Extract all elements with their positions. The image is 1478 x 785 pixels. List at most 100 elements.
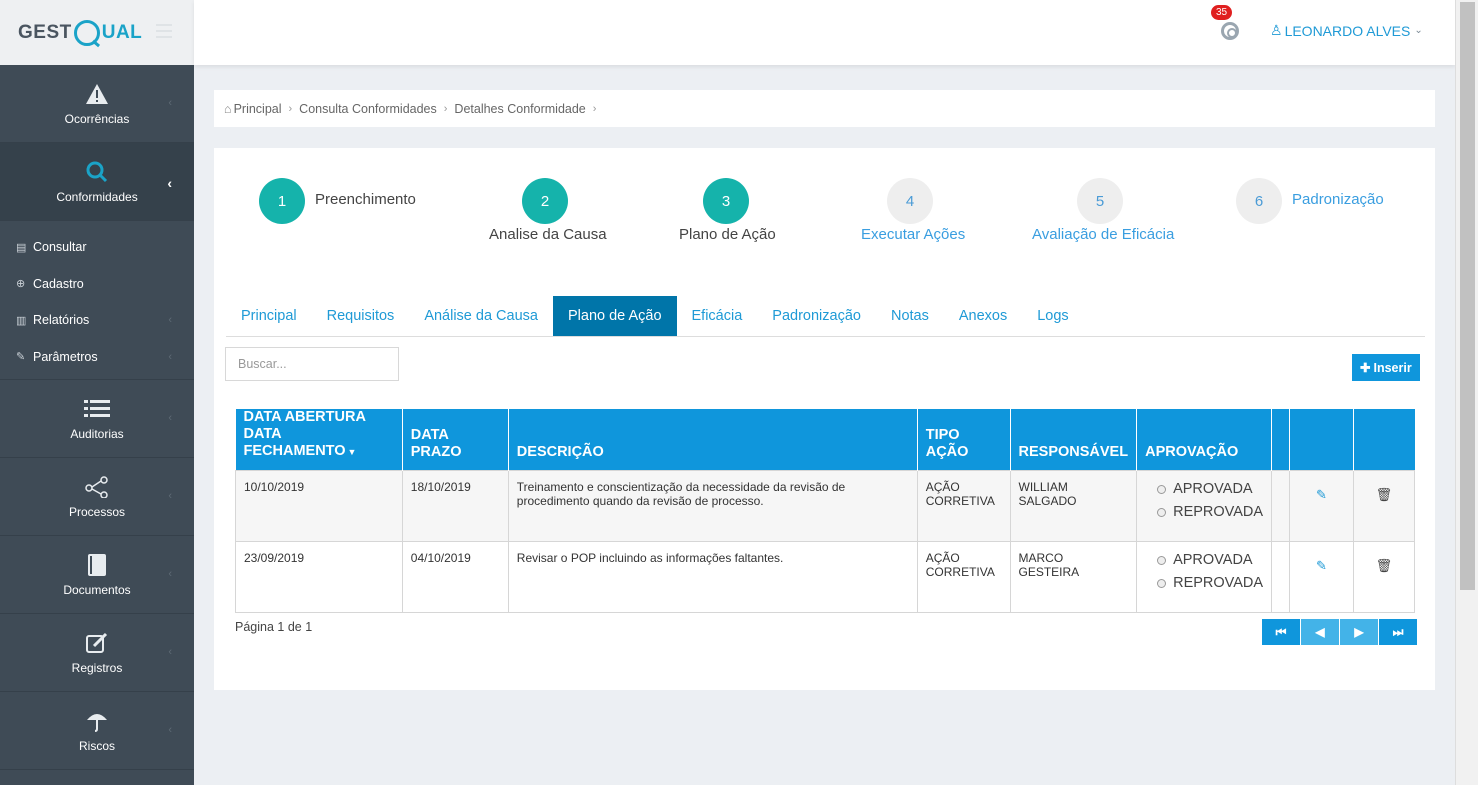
trash-icon[interactable]: 🗑 (1376, 488, 1393, 502)
tab-anexos[interactable]: Anexos (944, 296, 1022, 336)
chevron-left-icon: ‹ (168, 97, 172, 109)
breadcrumb-item[interactable]: Consulta Conformidades (299, 102, 437, 116)
col-header-tipo[interactable]: TIPO AÇÃO (917, 409, 1011, 471)
sidebar-item-documentos[interactable]: Documentos ‹ (0, 536, 194, 614)
col-header-datas[interactable]: DATA ABERTURA DATA FECHAMENTO ▼ (235, 409, 403, 471)
sidebar-subitem-parametros[interactable]: ✎ Parâmetros ‹ (0, 339, 194, 376)
col-header-prazo[interactable]: DATA PRAZO (402, 409, 509, 471)
cell-descricao: Treinamento e conscientização da necessi… (507, 470, 918, 542)
sidebar-subitem-cadastro[interactable]: ⊕ Cadastro (0, 266, 194, 303)
first-page-button[interactable]: ⏮ (1262, 619, 1300, 645)
sidebar-item-processos[interactable]: Processos ‹ (0, 458, 194, 536)
sidebar-item-registros[interactable]: Registros ‹ (0, 614, 194, 692)
cell-prazo: 18/10/2019 (401, 470, 509, 542)
radio-aprovada[interactable]: APROVADA (1145, 553, 1263, 567)
logo[interactable]: GEST UAL (0, 0, 194, 65)
logo-q-icon (73, 19, 100, 46)
step-number: 1 (259, 178, 305, 224)
wizard-step-2[interactable]: 2 Analise da Causa (489, 178, 607, 243)
bar-chart-icon: ▥ (16, 314, 27, 327)
table-row: 10/10/2019 18/10/2019 Treinamento e cons… (235, 470, 1416, 542)
radio-reprovada[interactable]: REPROVADA (1145, 505, 1263, 519)
tab-notas[interactable]: Notas (876, 296, 944, 336)
tab-eficacia[interactable]: Eficácia (677, 296, 758, 336)
tab-logs[interactable]: Logs (1022, 296, 1083, 336)
chevron-left-icon: ‹ (168, 646, 172, 658)
logo-text-gest: GEST (18, 21, 72, 43)
tab-plano-acao[interactable]: Plano de Ação (552, 296, 677, 336)
col-header-responsavel[interactable]: RESPONSÁVEL (1010, 409, 1138, 471)
wizard-step-5[interactable]: 5 Avaliação de Eficácia (1032, 178, 1174, 243)
tab-analise-causa[interactable]: Análise da Causa (409, 296, 553, 336)
menu-toggle-icon[interactable] (156, 24, 172, 42)
chevron-left-icon: ‹ (168, 412, 172, 424)
step-number: 6 (1236, 178, 1282, 224)
tab-principal[interactable]: Principal (226, 296, 312, 336)
wizard-step-6[interactable]: 6 Padronização (1236, 178, 1384, 224)
insert-button-label: Inserir (1373, 360, 1412, 375)
radio-circle[interactable] (1157, 555, 1167, 565)
wizard-step-4[interactable]: 4 Executar Ações (861, 178, 965, 243)
sidebar-subitem-label: Parâmetros (33, 349, 98, 364)
col-header-aprovacao[interactable]: APROVAÇÃO (1136, 409, 1273, 471)
tab-padronizacao[interactable]: Padronização (757, 296, 876, 336)
support-lifebuoy-icon[interactable] (1221, 22, 1239, 40)
user-name: LEONARDO ALVES (1284, 22, 1411, 39)
edit-icon[interactable]: ✎ (1316, 488, 1327, 502)
search-input[interactable] (225, 347, 399, 381)
sidebar-subitem-consultar[interactable]: ▤ Consultar (0, 229, 194, 266)
user-icon: ♙ (1270, 22, 1283, 38)
sidebar-item-conformidades[interactable]: Conformidades ‹ (0, 143, 194, 221)
sidebar-item-auditorias[interactable]: Auditorias ‹ (0, 380, 194, 458)
cell-empty (1271, 541, 1291, 613)
next-page-button[interactable]: ▶ (1340, 619, 1378, 645)
chevron-left-icon: ‹ (168, 350, 172, 363)
breadcrumb-item[interactable]: Principal (234, 102, 282, 116)
radio-circle[interactable] (1157, 578, 1167, 588)
main-panel: 1 Preenchimento 2 Analise da Causa 3 Pla… (214, 148, 1435, 690)
radio-circle[interactable] (1157, 507, 1167, 517)
tipo-line1: AÇÃO (925, 551, 960, 565)
insert-button[interactable]: ✚ Inserir (1352, 354, 1420, 381)
last-page-button[interactable]: ⏭ (1379, 619, 1417, 645)
col-header-delete (1353, 409, 1415, 471)
sidebar-subitem-relatorios[interactable]: ▥ Relatórios ‹ (0, 302, 194, 339)
chevron-down-icon: ⌄ (1414, 25, 1423, 36)
trash-icon[interactable]: 🗑 (1376, 559, 1393, 573)
sidebar-item-ocorrencias[interactable]: Ocorrências ‹ (0, 65, 194, 143)
cell-delete: 🗑 (1352, 470, 1416, 542)
user-menu[interactable]: ♙ LEONARDO ALVES ⌄ (1270, 22, 1423, 39)
breadcrumb-separator: › (443, 102, 448, 115)
sidebar-item-label: Riscos (78, 738, 115, 753)
table-row: 23/09/2019 04/10/2019 Revisar o POP incl… (235, 541, 1416, 613)
step-label: Plano de Ação (679, 226, 776, 243)
wizard-step-1[interactable]: 1 Preenchimento (259, 178, 416, 224)
page-info: Página 1 de 1 (235, 620, 313, 634)
tab-requisitos[interactable]: Requisitos (312, 296, 410, 336)
breadcrumb-item[interactable]: Detalhes Conformidade (454, 102, 585, 116)
tab-bar: Principal Requisitos Análise da Causa Pl… (226, 296, 1425, 337)
cell-tipo: AÇÃO CORRETIVA (916, 470, 1011, 542)
page-scrollbar[interactable] (1455, 0, 1478, 785)
radio-aprovada[interactable]: APROVADA (1145, 482, 1263, 496)
sidebar-item-riscos[interactable]: Riscos ‹ (0, 692, 194, 770)
umbrella-icon (86, 709, 108, 733)
scrollbar-thumb[interactable] (1460, 2, 1475, 590)
wizard-step-3[interactable]: 3 Plano de Ação (679, 178, 776, 243)
prev-page-button[interactable]: ◀ (1301, 619, 1339, 645)
breadcrumb-separator: › (592, 102, 597, 115)
edit-icon[interactable]: ✎ (1316, 559, 1327, 573)
home-icon: ⌂ (224, 101, 232, 116)
col-header-descricao[interactable]: DESCRIÇÃO (508, 409, 918, 471)
radio-label: REPROVADA (1173, 504, 1264, 520)
action-plan-table: DATA ABERTURA DATA FECHAMENTO ▼ DATA PRAZ… (235, 409, 1416, 613)
radio-label: APROVADA (1173, 481, 1253, 497)
step-number: 2 (522, 178, 568, 224)
cell-responsavel: WILLIAM SALGADO (1009, 470, 1138, 542)
edit-icon (86, 631, 108, 655)
radio-circle[interactable] (1157, 484, 1167, 494)
radio-reprovada[interactable]: REPROVADA (1145, 576, 1263, 590)
sidebar-submenu: ▤ Consultar ⊕ Cadastro ▥ Relatórios ‹ ✎ … (0, 221, 194, 380)
sidebar-item-label: Processos (68, 504, 126, 519)
step-label: Executar Ações (861, 226, 966, 243)
